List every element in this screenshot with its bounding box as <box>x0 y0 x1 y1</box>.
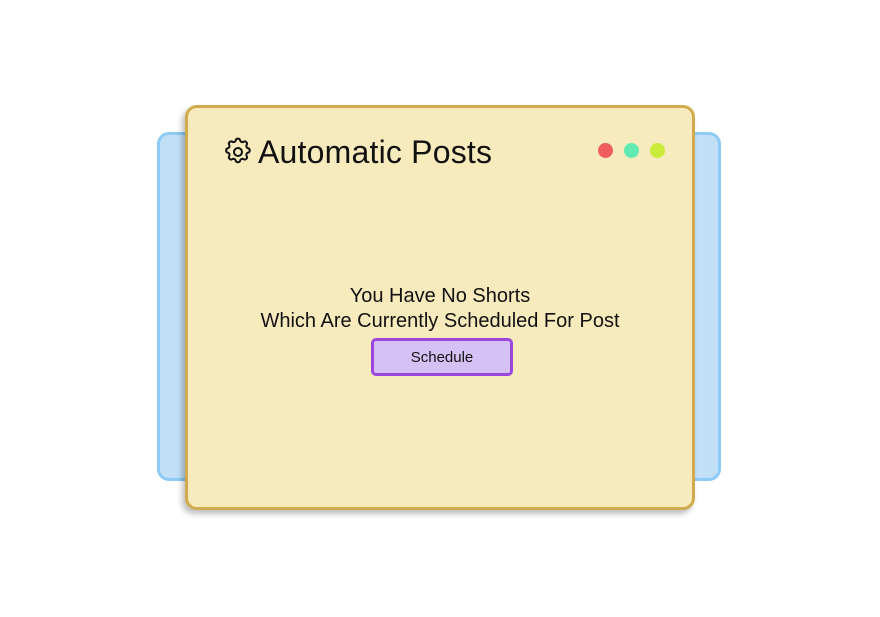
maximize-dot[interactable] <box>624 143 639 158</box>
empty-state-line-1: You Have No Shorts <box>349 285 531 307</box>
window-title: Automatic Posts <box>258 134 493 170</box>
empty-state-message: You Have No Shorts Which Are Currently S… <box>188 284 692 334</box>
gear-icon[interactable] <box>222 136 254 168</box>
automatic-posts-window: Automatic Posts You Have No Shorts Which… <box>185 105 695 510</box>
title-bar: Automatic Posts <box>222 134 492 170</box>
empty-state-line-2: Which Are Currently Scheduled For Post <box>260 310 620 332</box>
window-controls <box>598 143 665 158</box>
close-dot[interactable] <box>598 143 613 158</box>
schedule-button[interactable]: Schedule <box>371 338 513 376</box>
minimize-dot[interactable] <box>650 143 665 158</box>
